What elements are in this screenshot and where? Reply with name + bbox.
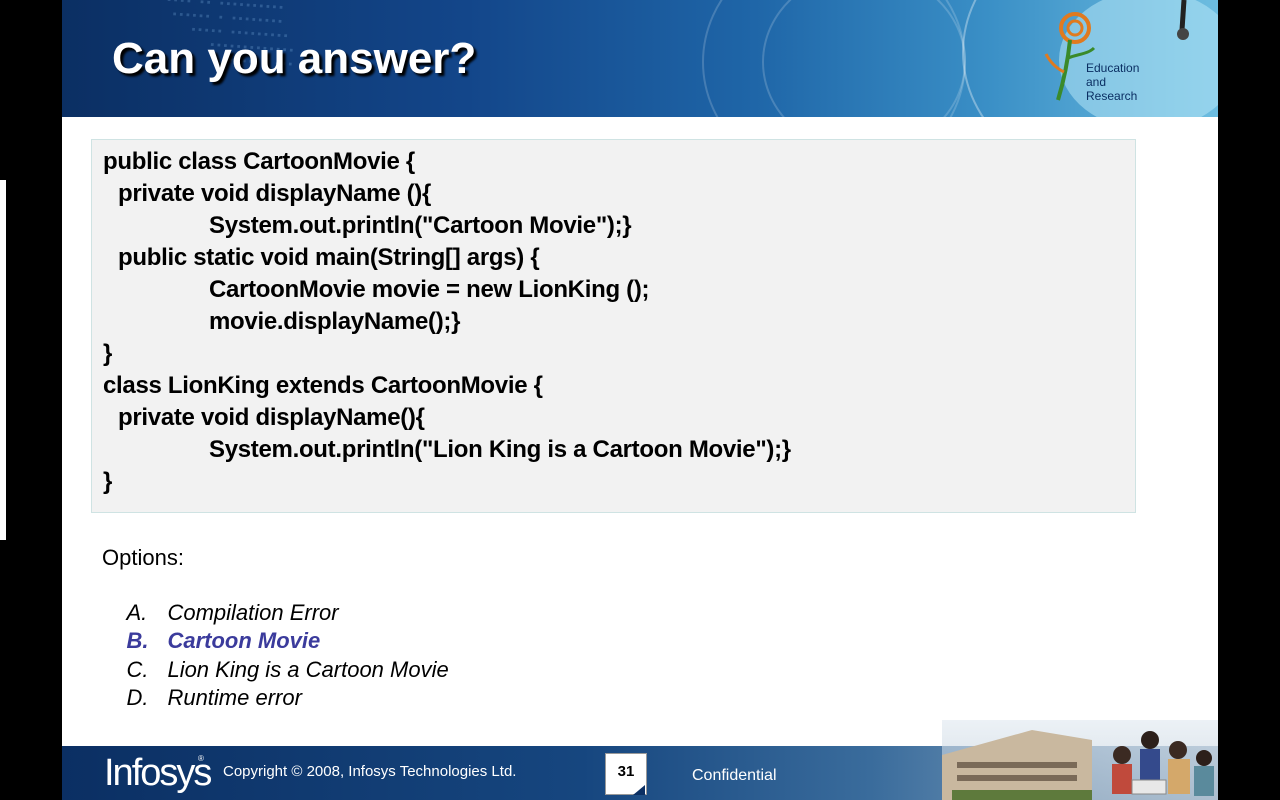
option-text: Runtime error [167, 685, 302, 710]
logo-text: Education and Research [1086, 61, 1139, 103]
code-line: private void displayName (){ [118, 180, 432, 207]
code-line: private void displayName(){ [118, 404, 425, 431]
left-edge-bar [0, 180, 6, 540]
slide: ▪▪▪▪ ▪▪ ▪▪▪▪▪▪▪▪▪▪ ▪▪▪▪▪▪ ▪ ▪▪▪▪▪▪▪▪ ▪▪▪… [62, 0, 1218, 800]
code-line: movie.displayName();} [209, 308, 461, 335]
header-banner: ▪▪▪▪ ▪▪ ▪▪▪▪▪▪▪▪▪▪ ▪▪▪▪▪▪ ▪ ▪▪▪▪▪▪▪▪ ▪▪▪… [62, 0, 1218, 117]
option-d: D. Runtime error [102, 659, 302, 737]
code-line: public class CartoonMovie { [103, 148, 415, 175]
code-box: public class CartoonMovie { private void… [91, 139, 1136, 513]
code-line: public static void main(String[] args) { [118, 244, 540, 271]
code-line: CartoonMovie movie = new LionKing (); [209, 276, 650, 303]
code-line: System.out.println("Lion King is a Carto… [209, 436, 791, 463]
page-fold-icon [633, 785, 645, 795]
code-line: class LionKing extends CartoonMovie { [103, 372, 543, 399]
code-line: System.out.println("Cartoon Movie");} [209, 212, 632, 239]
option-letter: D. [126, 685, 149, 710]
slide-title: Can you answer? [112, 34, 477, 83]
infosys-logo: Infosys [104, 752, 212, 794]
logo-text-line: Research [1086, 89, 1138, 103]
code-line: } [103, 468, 113, 495]
confidential-label: Confidential [692, 767, 777, 784]
registered-mark: ® [198, 754, 204, 763]
campus-students-photo-icon [942, 720, 1218, 800]
options-label: Options: [102, 545, 184, 570]
logo-text-line: Education [1086, 61, 1140, 75]
header-swirl [762, 0, 966, 117]
logo-text-line: and [1086, 75, 1107, 89]
code-line: } [103, 340, 113, 367]
copyright-text: Copyright © 2008, Infosys Technologies L… [223, 763, 517, 780]
